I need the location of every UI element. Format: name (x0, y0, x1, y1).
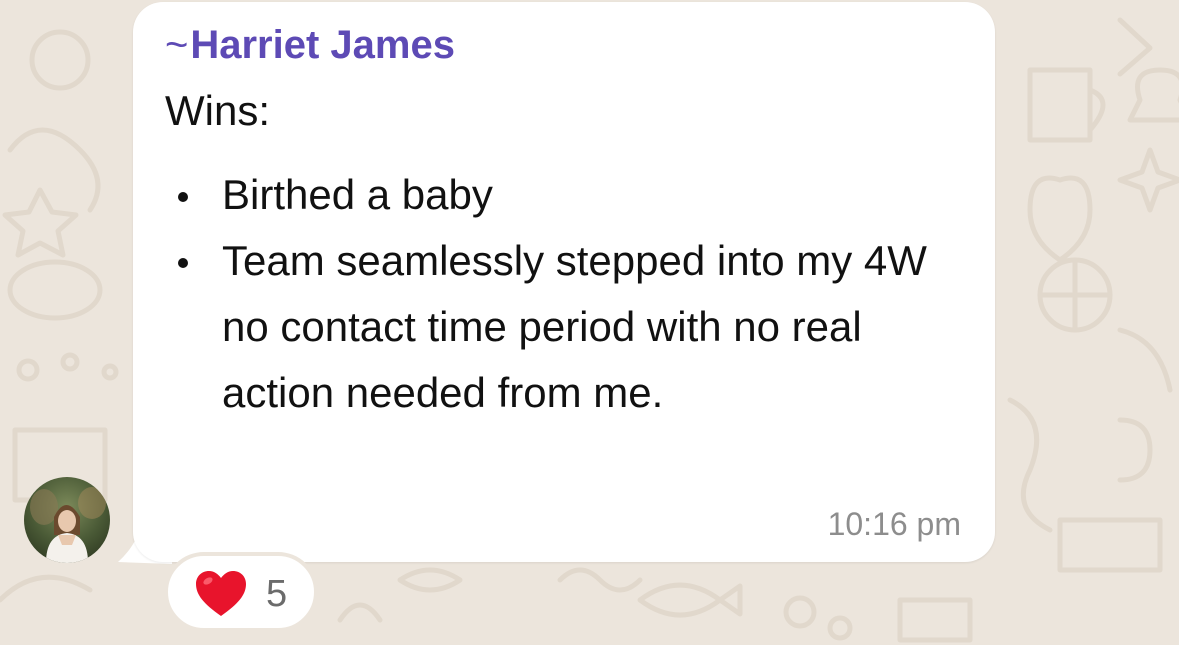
message-bubble[interactable]: ~Harriet James Wins: Birthed a baby Team… (133, 2, 995, 562)
sender-name-text: Harriet James (190, 23, 455, 67)
red-heart-icon (196, 571, 246, 616)
sender-avatar[interactable] (24, 477, 110, 563)
message-bullet-item: Birthed a baby (165, 162, 965, 228)
bullet-dot (178, 192, 188, 202)
bullet-text: Birthed a baby (222, 171, 493, 218)
message-title: Wins: (165, 87, 270, 134)
sender-prefix: ~ (165, 23, 189, 67)
reaction-pill[interactable]: 5 (164, 552, 318, 632)
sender-name[interactable]: ~Harriet James (165, 22, 455, 68)
reaction-count: 5 (266, 573, 288, 615)
profile-photo-icon (24, 477, 110, 563)
message-bullet-list: Birthed a baby Team seamlessly stepped i… (165, 162, 965, 426)
bullet-dot (178, 258, 188, 268)
message-timestamp: 10:16 pm (827, 506, 961, 542)
bullet-text: Team seamlessly stepped into my 4W no co… (222, 237, 927, 416)
message-bullet-item: Team seamlessly stepped into my 4W no co… (165, 228, 965, 426)
